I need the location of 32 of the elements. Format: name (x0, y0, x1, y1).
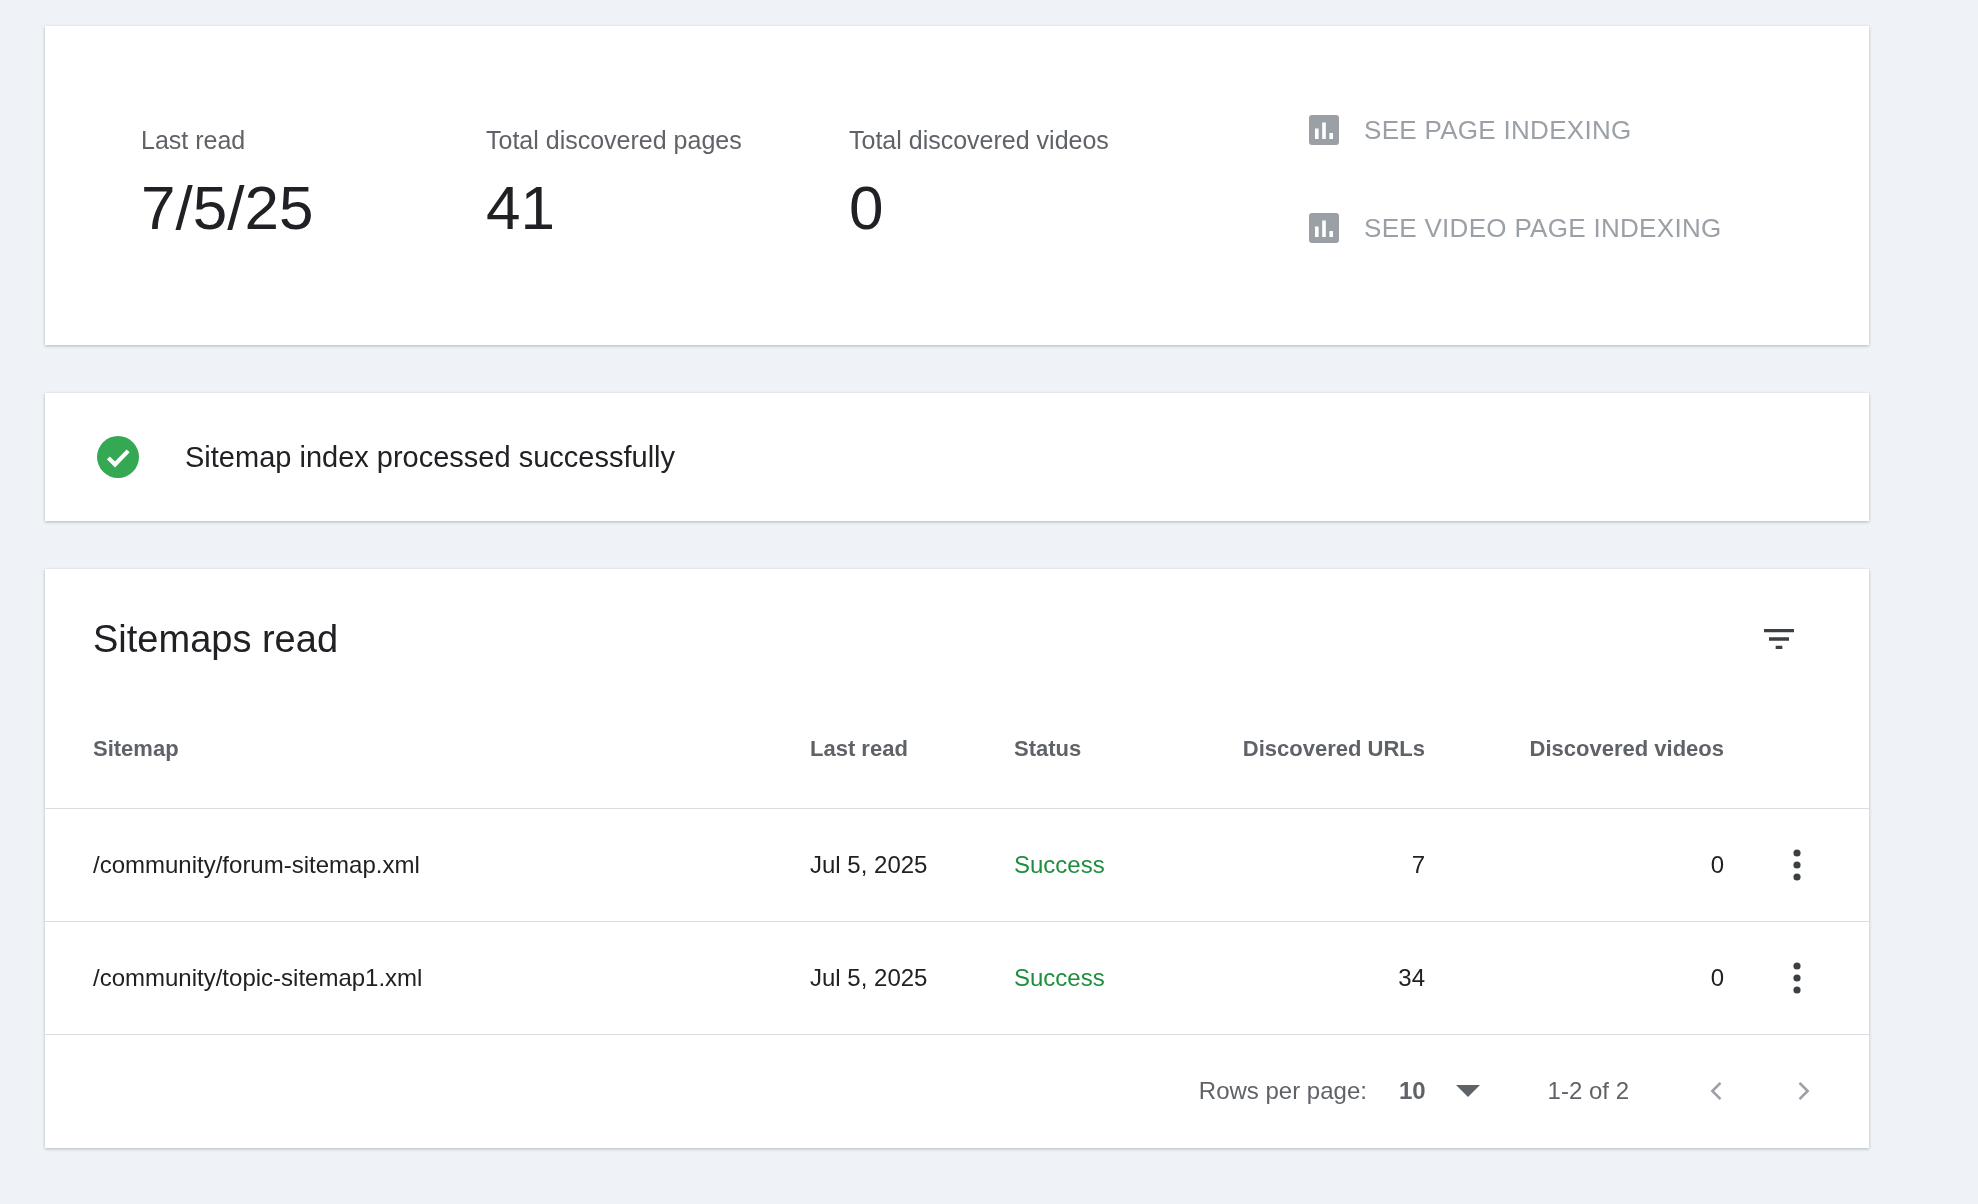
stat-label: Last read (141, 126, 247, 155)
column-header: Discovered videos (1528, 735, 1724, 762)
column-header: Status (1014, 735, 1083, 762)
page-range: 1-2 of 2 (1547, 1077, 1629, 1105)
stat-label: Total discovered videos (849, 126, 1110, 155)
stat-label: Total discovered pages (486, 126, 743, 155)
table-cell-text: 0 (1709, 964, 1724, 992)
card-title: Sitemaps read (93, 617, 338, 661)
status-message: Sitemap index processed successfully (185, 440, 675, 474)
table-cell-text: 0 (1709, 851, 1724, 879)
stat-value: 0 (849, 177, 885, 239)
indexing-link[interactable]: SEE PAGE INDEXING (1306, 112, 1722, 148)
status-cell-text: Success (1014, 851, 1106, 879)
bar-chart-icon (1306, 210, 1342, 246)
table-cell-text: /community/topic-sitemap1.xml (93, 964, 424, 992)
rows-per-page-label: Rows per page: (1198, 1077, 1367, 1105)
column-header: Last read (810, 735, 909, 762)
table-cell-text: /community/forum-sitemap.xml (93, 851, 421, 879)
check-circle-icon (97, 436, 139, 478)
indexing-link[interactable]: SEE VIDEO PAGE INDEXING (1306, 210, 1722, 246)
stat-value: 7/5/25 (141, 177, 315, 239)
column-header: Sitemap (93, 735, 180, 762)
table-cell-text: 34 (1397, 964, 1425, 992)
column-header: Discovered URLs (1241, 735, 1425, 762)
table-cell-text: Jul 5, 2025 (810, 964, 929, 992)
stat-value: 41 (486, 177, 556, 239)
status-cell-text: Success (1014, 964, 1106, 992)
caret-icon (1455, 1085, 1480, 1097)
table-cell-text: 7 (1410, 851, 1425, 879)
table-cell-text: Jul 5, 2025 (810, 851, 929, 879)
rows-per-page-select[interactable]: 10 (1390, 1077, 1488, 1105)
bar-chart-icon (1306, 112, 1342, 148)
